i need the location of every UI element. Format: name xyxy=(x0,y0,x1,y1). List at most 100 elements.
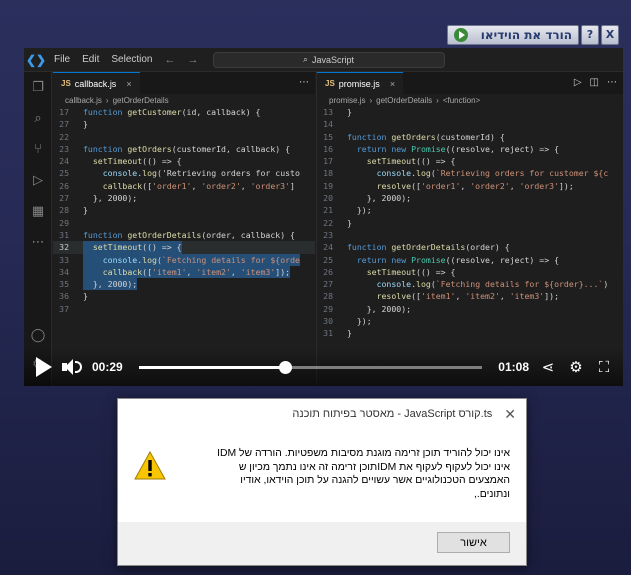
source-control-icon: ⑂ xyxy=(34,142,42,157)
code-text: console.log(`Fetching details for ${orde xyxy=(83,253,300,266)
code-text: return new Promise((resolve, reject) => … xyxy=(356,143,559,154)
line-number: 28 xyxy=(323,291,333,302)
account-icon: ◯ xyxy=(30,328,46,343)
line-number: 16 xyxy=(323,143,333,154)
line-number: 21 xyxy=(323,205,333,216)
settings-gear-icon[interactable]: ⚙ xyxy=(567,358,585,376)
js-file-icon: JS xyxy=(61,79,71,88)
close-icon[interactable]: ✕ xyxy=(504,406,516,423)
play-icon[interactable] xyxy=(36,357,52,377)
code-text: } xyxy=(83,119,88,130)
extensions-icon: ▦ xyxy=(31,204,45,219)
breadcrumb: callback.js › getOrderDetails xyxy=(65,95,169,105)
code-line: 28} xyxy=(53,204,315,216)
code-line: 22} xyxy=(317,217,623,229)
line-number: 22 xyxy=(59,131,69,142)
code-text: } xyxy=(347,328,352,339)
js-file-icon: JS xyxy=(325,79,335,88)
line-number: 14 xyxy=(323,119,333,130)
close-tab-icon: × xyxy=(389,78,396,89)
code-line: 13} xyxy=(317,106,623,118)
code-text: function getOrders(customerId, callback)… xyxy=(83,143,291,154)
code-line: 21 }); xyxy=(317,204,623,216)
code-line: 31} xyxy=(317,327,623,339)
seek-handle[interactable] xyxy=(279,360,293,374)
code-line: 27} xyxy=(53,118,315,130)
tab-promise-js: JS promise.js × xyxy=(317,72,404,94)
code-text: }, 2000); xyxy=(347,193,412,204)
line-number: 35 xyxy=(59,279,69,290)
code-text: }); xyxy=(347,205,372,216)
code-line: 27 }, 2000); xyxy=(53,192,315,204)
code-line: 24 function getOrderDetails(order) { xyxy=(317,241,623,253)
idm-error-dialog: מאסטר בפיתוח תוכנה - JavaScript קורס.ts … xyxy=(117,398,527,566)
code-text: function getOrderDetails(order) { xyxy=(347,242,510,253)
code-line: 27 console.log(`Fetching details for ${o… xyxy=(317,278,623,290)
video-player[interactable]: ❮❯ File Edit Selection ← → ⌕ JavaScript ❐… xyxy=(24,48,623,386)
code-line: 17 setTimeout(() => { xyxy=(317,155,623,167)
line-number: 23 xyxy=(59,143,69,154)
code-line: 28 resolve(['item1', 'item2', 'item3']); xyxy=(317,290,623,302)
code-line: 32 setTimeout(() => { xyxy=(53,241,315,254)
vscode-logo-icon: ❮❯ xyxy=(25,52,47,67)
code-text: resolve(['order1', 'order2', 'order3']); xyxy=(376,180,574,191)
line-number: 31 xyxy=(59,229,69,240)
line-number: 33 xyxy=(59,254,69,265)
line-number: 26 xyxy=(323,266,333,277)
code-text: }, 2000); xyxy=(83,193,138,204)
idm-download-button[interactable]: הורד את הוידיאו xyxy=(447,24,579,45)
dialog-body: אינו יכול להוריד תוכן זרימה מוגנת מסיבות… xyxy=(118,429,526,524)
line-number: 29 xyxy=(59,217,69,228)
nav-forward-icon: → xyxy=(187,53,199,66)
code-text: } xyxy=(347,217,352,228)
dialog-titlebar: מאסטר בפיתוח תוכנה - JavaScript קורס.ts … xyxy=(118,399,526,429)
code-line: 35 }, 2000); xyxy=(53,278,315,291)
search-icon: ⌕ xyxy=(302,54,308,64)
code-line: 36} xyxy=(53,290,315,302)
close-tab-icon: × xyxy=(126,78,132,89)
run-debug-icon: ▷ xyxy=(33,173,43,188)
code-line: 14 xyxy=(317,118,623,130)
fullscreen-icon[interactable]: ⛶ xyxy=(595,358,613,376)
idm-help-button[interactable]: ? xyxy=(581,24,599,45)
code-line: 19 resolve(['order1', 'order2', 'order3'… xyxy=(317,180,623,192)
line-number: 26 xyxy=(59,180,69,191)
volume-icon[interactable] xyxy=(62,358,82,376)
line-number: 27 xyxy=(59,119,69,130)
line-number: 17 xyxy=(323,156,333,167)
code-text: } xyxy=(83,205,88,216)
code-line: 25 return new Promise((resolve, reject) … xyxy=(317,254,623,266)
line-number: 31 xyxy=(323,328,333,339)
tab-callback-js: JS callback.js × xyxy=(53,72,140,94)
code-text: setTimeout(() => { xyxy=(366,156,456,167)
menu-file: File xyxy=(54,54,71,65)
code-text: setTimeout(() => { xyxy=(83,241,182,254)
player-controls: 00:29 01:08 ⋖ ⚙ ⛶ xyxy=(24,348,623,386)
duration: 01:08 xyxy=(498,360,529,374)
code-line: 26 setTimeout(() => { xyxy=(317,266,623,278)
code-line: 31 function getOrderDetails(order, callba… xyxy=(53,229,315,241)
line-number: 24 xyxy=(323,242,333,253)
editor-pane-right: JS promise.js × ▷ ◫ ⋯ promise.js › getOrderDet… xyxy=(316,72,623,386)
line-number: 37 xyxy=(59,303,69,314)
code-line: 29 xyxy=(53,217,315,229)
activity-bar: ❐ ⌕ ⑂ ▷ ▦ ⋯ ◯ ⚙ xyxy=(24,72,52,386)
more-icon: ⋯ xyxy=(31,235,45,250)
code-text: function getOrderDetails(order, callback… xyxy=(83,229,295,240)
ok-button[interactable]: אישור xyxy=(437,532,510,553)
idm-close-button[interactable]: X xyxy=(601,24,619,45)
dialog-footer: אישור xyxy=(118,522,526,565)
split-editor-icon: ◫ xyxy=(589,77,599,88)
code-text: }); xyxy=(347,316,372,327)
warning-icon xyxy=(134,451,166,480)
share-icon[interactable]: ⋖ xyxy=(539,358,557,376)
code-line: 23 function getOrders(customerId, callbac… xyxy=(53,143,315,155)
search-icon: ⌕ xyxy=(34,111,42,126)
line-number: 27 xyxy=(323,279,333,290)
seek-progress xyxy=(138,365,286,369)
code-editor-right: 13} 14 15 function getOrders(customerId) {1… xyxy=(317,106,623,340)
command-search: ⌕ JavaScript xyxy=(212,51,445,68)
seek-bar[interactable] xyxy=(138,360,483,374)
code-text: } xyxy=(347,107,352,117)
code-line: 37 xyxy=(53,303,315,315)
